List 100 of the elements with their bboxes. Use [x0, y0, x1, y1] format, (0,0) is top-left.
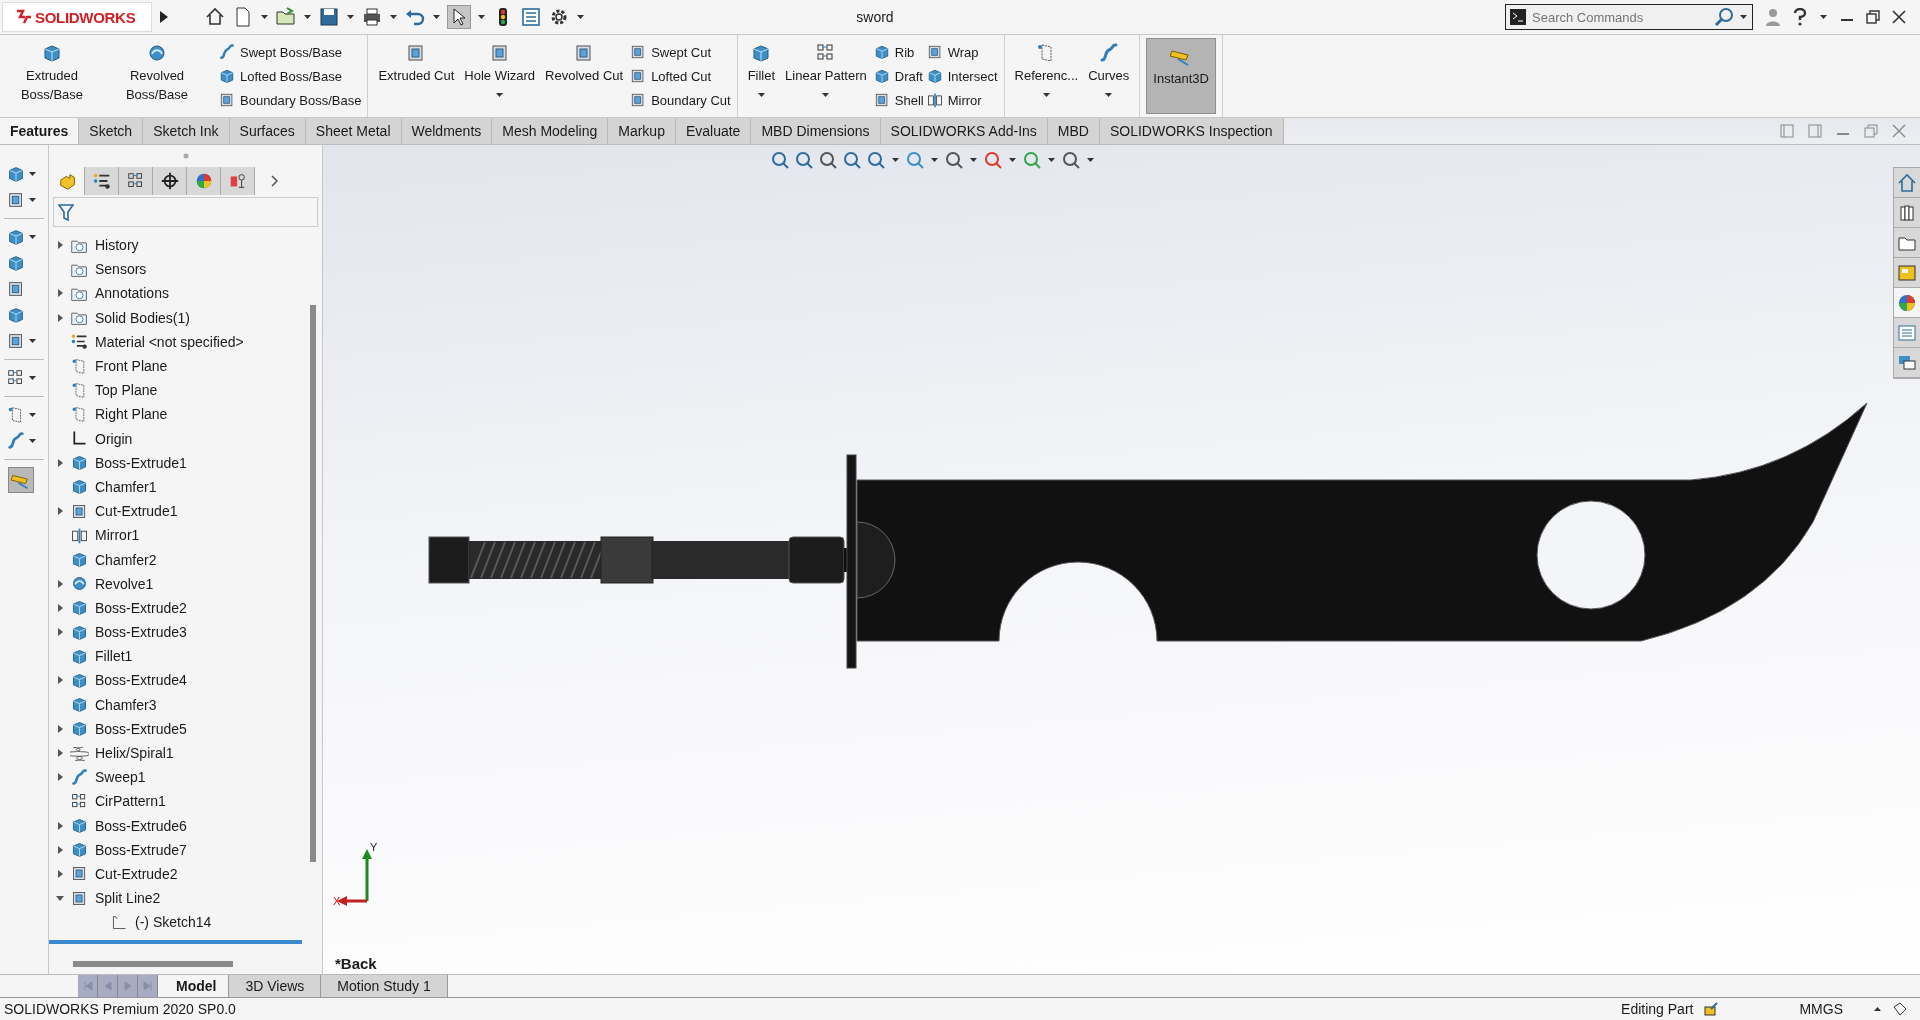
- caret-icon[interactable]: [1042, 93, 1050, 97]
- tree-item[interactable]: Boss-Extrude7: [49, 837, 302, 862]
- caret-icon[interactable]: [28, 374, 37, 382]
- print-icon[interactable]: [361, 6, 383, 28]
- tree-item[interactable]: Mirror1: [49, 523, 302, 548]
- caret-icon[interactable]: [1008, 156, 1017, 164]
- tree-item[interactable]: Cut-Extrude2: [49, 861, 302, 887]
- tree-item[interactable]: (-) Sketch14: [49, 910, 302, 935]
- caret-icon[interactable]: [432, 13, 441, 21]
- tree-item[interactable]: Chamfer3: [49, 692, 302, 717]
- app-logo[interactable]: SOLIDWORKS: [2, 2, 152, 32]
- caret-icon[interactable]: [28, 437, 37, 445]
- ribbon-tab[interactable]: Sketch Ink: [143, 118, 230, 144]
- tree-item[interactable]: Top Plane: [49, 378, 302, 403]
- help-icon[interactable]: [1793, 8, 1807, 26]
- ribbon-button[interactable]: Hole Wizard: [460, 38, 540, 114]
- display-style-icon[interactable]: [906, 151, 924, 169]
- pointer-icon[interactable]: [447, 5, 471, 29]
- caret-up-icon[interactable]: [1873, 1005, 1882, 1013]
- view-orientation-icon[interactable]: [867, 151, 885, 169]
- tree-item[interactable]: Sensors: [49, 257, 302, 282]
- scrollbar-thumb[interactable]: [310, 305, 316, 862]
- ribbon-tab[interactable]: Weldments: [401, 118, 493, 144]
- zoom-fit-icon[interactable]: [771, 151, 789, 169]
- ribbon-button[interactable]: Draft: [872, 64, 924, 88]
- caret-icon[interactable]: [28, 170, 37, 178]
- monitor-icon[interactable]: [1062, 151, 1080, 169]
- cube-icon[interactable]: [6, 164, 26, 184]
- tree-item[interactable]: Chamfer2: [49, 547, 302, 572]
- ribbon-tab[interactable]: SOLIDWORKS Inspection: [1099, 118, 1284, 144]
- tree-item[interactable]: Revolve1: [49, 571, 302, 596]
- folder-icon[interactable]: [1894, 228, 1920, 258]
- tree-item[interactable]: Fillet1: [49, 644, 302, 669]
- tree-item[interactable]: Right Plane: [49, 402, 302, 427]
- save-icon[interactable]: [318, 6, 340, 28]
- tree-item[interactable]: Cut-Extrude1: [49, 499, 302, 524]
- caret-icon[interactable]: [822, 93, 830, 97]
- ribbon-button[interactable]: Revolved Boss/Base: [98, 38, 216, 114]
- rollback-bar[interactable]: [49, 940, 302, 945]
- restore-icon[interactable]: [1866, 10, 1880, 24]
- caret-icon[interactable]: [389, 13, 398, 21]
- tree-item[interactable]: History: [49, 233, 302, 258]
- caret-icon[interactable]: [28, 411, 37, 419]
- ribbon-button[interactable]: Extruded Cut: [374, 38, 459, 114]
- ribbon-button[interactable]: Fillet: [743, 38, 780, 114]
- properties-icon[interactable]: [520, 6, 542, 28]
- scrollbar-thumb[interactable]: [73, 961, 233, 967]
- caret-icon[interactable]: [969, 156, 978, 164]
- ribbon-button[interactable]: Curves: [1084, 38, 1134, 114]
- caret-icon[interactable]: [303, 13, 312, 21]
- sword-model-drawing[interactable]: [428, 402, 1868, 669]
- ribbon-tab[interactable]: Surfaces: [229, 118, 306, 144]
- pane-tab[interactable]: [85, 167, 119, 195]
- search-field[interactable]: Search Commands: [1530, 8, 1709, 26]
- caret-icon[interactable]: [757, 93, 765, 97]
- tree-item[interactable]: Annotations: [49, 281, 302, 306]
- tree-item[interactable]: Boss-Extrude5: [49, 716, 302, 741]
- ribbon-button[interactable]: Lofted Cut: [629, 64, 731, 88]
- tree-item[interactable]: Origin: [49, 426, 302, 451]
- tree-item[interactable]: Boss-Extrude4: [49, 668, 302, 693]
- search-bar[interactable]: Search Commands: [1505, 4, 1753, 30]
- caret-icon[interactable]: [891, 156, 900, 164]
- model-tab[interactable]: Motion Study 1: [321, 975, 448, 997]
- tree-item[interactable]: Boss-Extrude6: [49, 813, 302, 838]
- ribbon-button[interactable]: Mirror: [925, 88, 998, 112]
- tree-item[interactable]: Solid Bodies(1): [49, 305, 302, 330]
- caret-icon[interactable]: [1105, 93, 1113, 97]
- ribbon-button[interactable]: Rib: [872, 40, 924, 64]
- tree-item[interactable]: Front Plane: [49, 353, 302, 379]
- filter-field[interactable]: [53, 197, 318, 227]
- caret-icon[interactable]: [28, 233, 37, 241]
- user-icon[interactable]: [1765, 8, 1781, 26]
- palette-icon[interactable]: [1894, 258, 1920, 288]
- section-view-icon[interactable]: [843, 151, 861, 169]
- ribbon-button[interactable]: Boundary Boss/Base: [218, 88, 362, 112]
- cube-icon[interactable]: [6, 305, 26, 325]
- ribbon-button[interactable]: Linear Pattern: [781, 38, 871, 114]
- tree-item[interactable]: Material <not specified>: [49, 329, 302, 354]
- home-icon[interactable]: [204, 6, 226, 28]
- drag-handle-icon[interactable]: [182, 153, 189, 159]
- tree-item[interactable]: Sweep1: [49, 765, 302, 790]
- ribbon-button[interactable]: Lofted Boss/Base: [218, 64, 362, 88]
- tree-item[interactable]: Split Line2: [49, 886, 302, 911]
- ribbon-button[interactable]: Referenc...: [1010, 38, 1083, 114]
- caret-icon[interactable]: [496, 93, 504, 97]
- ribbon-tab[interactable]: MBD Dimensions: [751, 118, 881, 144]
- caret-icon[interactable]: [1819, 13, 1828, 21]
- pane-tab[interactable]: [153, 167, 187, 195]
- hide-show-icon[interactable]: [945, 151, 963, 169]
- caret-icon[interactable]: [477, 13, 486, 21]
- ribbon-button[interactable]: Boundary Cut: [629, 88, 731, 112]
- open-folder-icon[interactable]: [275, 6, 297, 28]
- expanded-arrow-icon[interactable]: [53, 894, 67, 903]
- caret-icon[interactable]: [1739, 13, 1748, 21]
- tree-item[interactable]: CirPattern1: [49, 789, 302, 814]
- ribbon-button[interactable]: Intersect: [925, 64, 998, 88]
- model-tab[interactable]: 3D Views: [229, 975, 322, 997]
- units-text[interactable]: MMGS: [1799, 1001, 1843, 1017]
- cube-icon[interactable]: [6, 253, 26, 273]
- caret-icon[interactable]: [346, 13, 355, 21]
